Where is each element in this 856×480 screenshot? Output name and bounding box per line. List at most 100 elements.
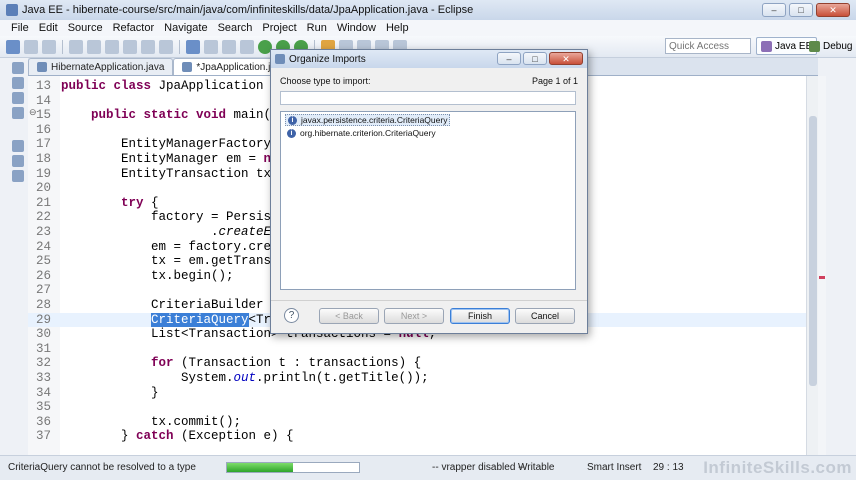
- list-item[interactable]: i org.hibernate.criterion.CriteriaQuery: [285, 127, 438, 139]
- code-line[interactable]: 31: [28, 342, 818, 357]
- line-number: 30: [36, 327, 52, 342]
- menu-bar: File Edit Source Refactor Navigate Searc…: [0, 20, 856, 36]
- perspective-label: Debug: [823, 40, 853, 52]
- status-bar: CriteriaQuery cannot be resolved to a ty…: [0, 455, 856, 480]
- menu-source[interactable]: Source: [63, 22, 108, 34]
- type-list[interactable]: i javax.persistence.criteria.CriteriaQue…: [280, 111, 576, 290]
- line-number: 34: [36, 385, 52, 400]
- menu-file[interactable]: File: [6, 22, 34, 34]
- type-hierarchy-icon[interactable]: [12, 92, 24, 104]
- menu-navigate[interactable]: Navigate: [159, 22, 212, 34]
- filter-field[interactable]: [280, 91, 576, 105]
- code-token: EntityTransaction tx =: [61, 166, 294, 181]
- code-text: tx.begin();: [61, 269, 234, 283]
- code-line[interactable]: 32 for (Transaction t : transactions) {: [28, 356, 818, 371]
- dialog-close-button[interactable]: ✕: [549, 52, 583, 65]
- line-number: 27: [36, 283, 52, 298]
- new-icon[interactable]: [6, 39, 20, 54]
- close-button[interactable]: ✕: [816, 3, 850, 17]
- task-list-icon[interactable]: [12, 155, 24, 167]
- skip-breakpoints-icon[interactable]: [204, 39, 218, 54]
- list-item-label: javax.persistence.criteria.CriteriaQuery: [301, 115, 448, 125]
- code-token: }: [61, 429, 137, 444]
- code-line[interactable]: 36 tx.commit();: [28, 415, 818, 430]
- code-text: for (Transaction t : transactions) {: [61, 356, 421, 370]
- suspend-icon[interactable]: [87, 39, 101, 54]
- line-number: 26: [36, 268, 52, 283]
- tab-hibernate-application[interactable]: HibernateApplication.java: [28, 58, 174, 75]
- code-line[interactable]: 34 }: [28, 386, 818, 401]
- line-number: 32: [36, 356, 52, 371]
- dialog-title: Organize Imports: [289, 53, 366, 65]
- menu-help[interactable]: Help: [381, 22, 414, 34]
- project-explorer-icon[interactable]: [12, 77, 24, 89]
- code-text: System.out.println(t.getTitle());: [61, 371, 429, 385]
- help-icon[interactable]: ?: [284, 308, 299, 323]
- line-number: 37: [36, 429, 52, 444]
- vrapper-status: -- vrapper disabled --: [432, 462, 525, 473]
- server-icon[interactable]: [186, 39, 200, 54]
- code-text: CriteriaBuilder cb: [61, 298, 294, 312]
- step-return-icon[interactable]: [159, 39, 173, 54]
- outline-icon[interactable]: [12, 140, 24, 152]
- writable-status: Writable: [518, 462, 555, 473]
- code-token: {: [143, 195, 159, 210]
- code-line[interactable]: 33 System.out.println(t.getTitle());: [28, 371, 818, 386]
- step-into-icon[interactable]: [123, 39, 137, 54]
- open-type-icon[interactable]: [222, 39, 236, 54]
- code-line[interactable]: 37 } catch (Exception e) {: [28, 429, 818, 444]
- line-number: 35: [36, 400, 52, 415]
- code-token: .println(t.getTitle());: [256, 371, 429, 385]
- code-text: try {: [61, 196, 159, 210]
- menu-search[interactable]: Search: [213, 22, 258, 34]
- minimize-button[interactable]: –: [762, 3, 786, 17]
- organize-imports-dialog: Organize Imports – □ ✕ Choose type to im…: [270, 49, 588, 334]
- cursor-position: 29 : 13: [653, 462, 684, 473]
- fold-marker-icon[interactable]: ⊖: [29, 108, 37, 118]
- java-file-icon: [37, 62, 47, 72]
- back-button[interactable]: < Back: [319, 308, 379, 324]
- maximize-button[interactable]: □: [789, 3, 813, 17]
- package-explorer-icon[interactable]: [12, 107, 24, 119]
- resume-icon[interactable]: [69, 39, 83, 54]
- quick-access-input[interactable]: [665, 38, 751, 54]
- code-token: CriteriaBuilder cb: [61, 298, 294, 312]
- console-icon[interactable]: [12, 170, 24, 182]
- restore-icon[interactable]: [12, 62, 24, 74]
- menu-run[interactable]: Run: [302, 22, 332, 34]
- tab-label: HibernateApplication.java: [51, 61, 165, 73]
- line-number: 14: [36, 93, 52, 108]
- window-title: Java EE - hibernate-course/src/main/java…: [22, 4, 474, 16]
- dialog-minimize-button[interactable]: –: [497, 52, 521, 65]
- menu-edit[interactable]: Edit: [34, 22, 63, 34]
- code-token: catch: [136, 429, 174, 444]
- error-marker[interactable]: [819, 276, 825, 279]
- list-item[interactable]: i javax.persistence.criteria.CriteriaQue…: [285, 114, 451, 126]
- code-text: tx.commit();: [61, 415, 241, 429]
- code-line[interactable]: 35: [28, 400, 818, 415]
- code-token: public class: [61, 79, 152, 93]
- scrollbar-thumb[interactable]: [809, 116, 817, 386]
- perspective-debug[interactable]: Debug: [804, 37, 856, 55]
- line-number: 22: [36, 210, 52, 225]
- step-over-icon[interactable]: [141, 39, 155, 54]
- save-icon[interactable]: [24, 39, 38, 54]
- terminate-icon[interactable]: [105, 39, 119, 54]
- code-token: tx.commit();: [61, 414, 242, 429]
- save-all-icon[interactable]: [42, 39, 56, 54]
- finish-button[interactable]: Finish: [450, 308, 510, 324]
- code-text: } catch (Exception e) {: [61, 429, 294, 443]
- menu-window[interactable]: Window: [332, 22, 381, 34]
- line-number: 16: [36, 122, 52, 137]
- cancel-button[interactable]: Cancel: [515, 308, 575, 324]
- next-button[interactable]: Next >: [384, 308, 444, 324]
- menu-project[interactable]: Project: [257, 22, 301, 34]
- import-type-icon: i: [287, 128, 296, 138]
- menu-refactor[interactable]: Refactor: [108, 22, 160, 34]
- line-number: 17: [36, 137, 52, 152]
- editor-scrollbar[interactable]: [806, 76, 818, 455]
- page-info: Page 1 of 1: [531, 76, 578, 86]
- new-server-icon[interactable]: [240, 39, 254, 54]
- dialog-maximize-button[interactable]: □: [523, 52, 547, 65]
